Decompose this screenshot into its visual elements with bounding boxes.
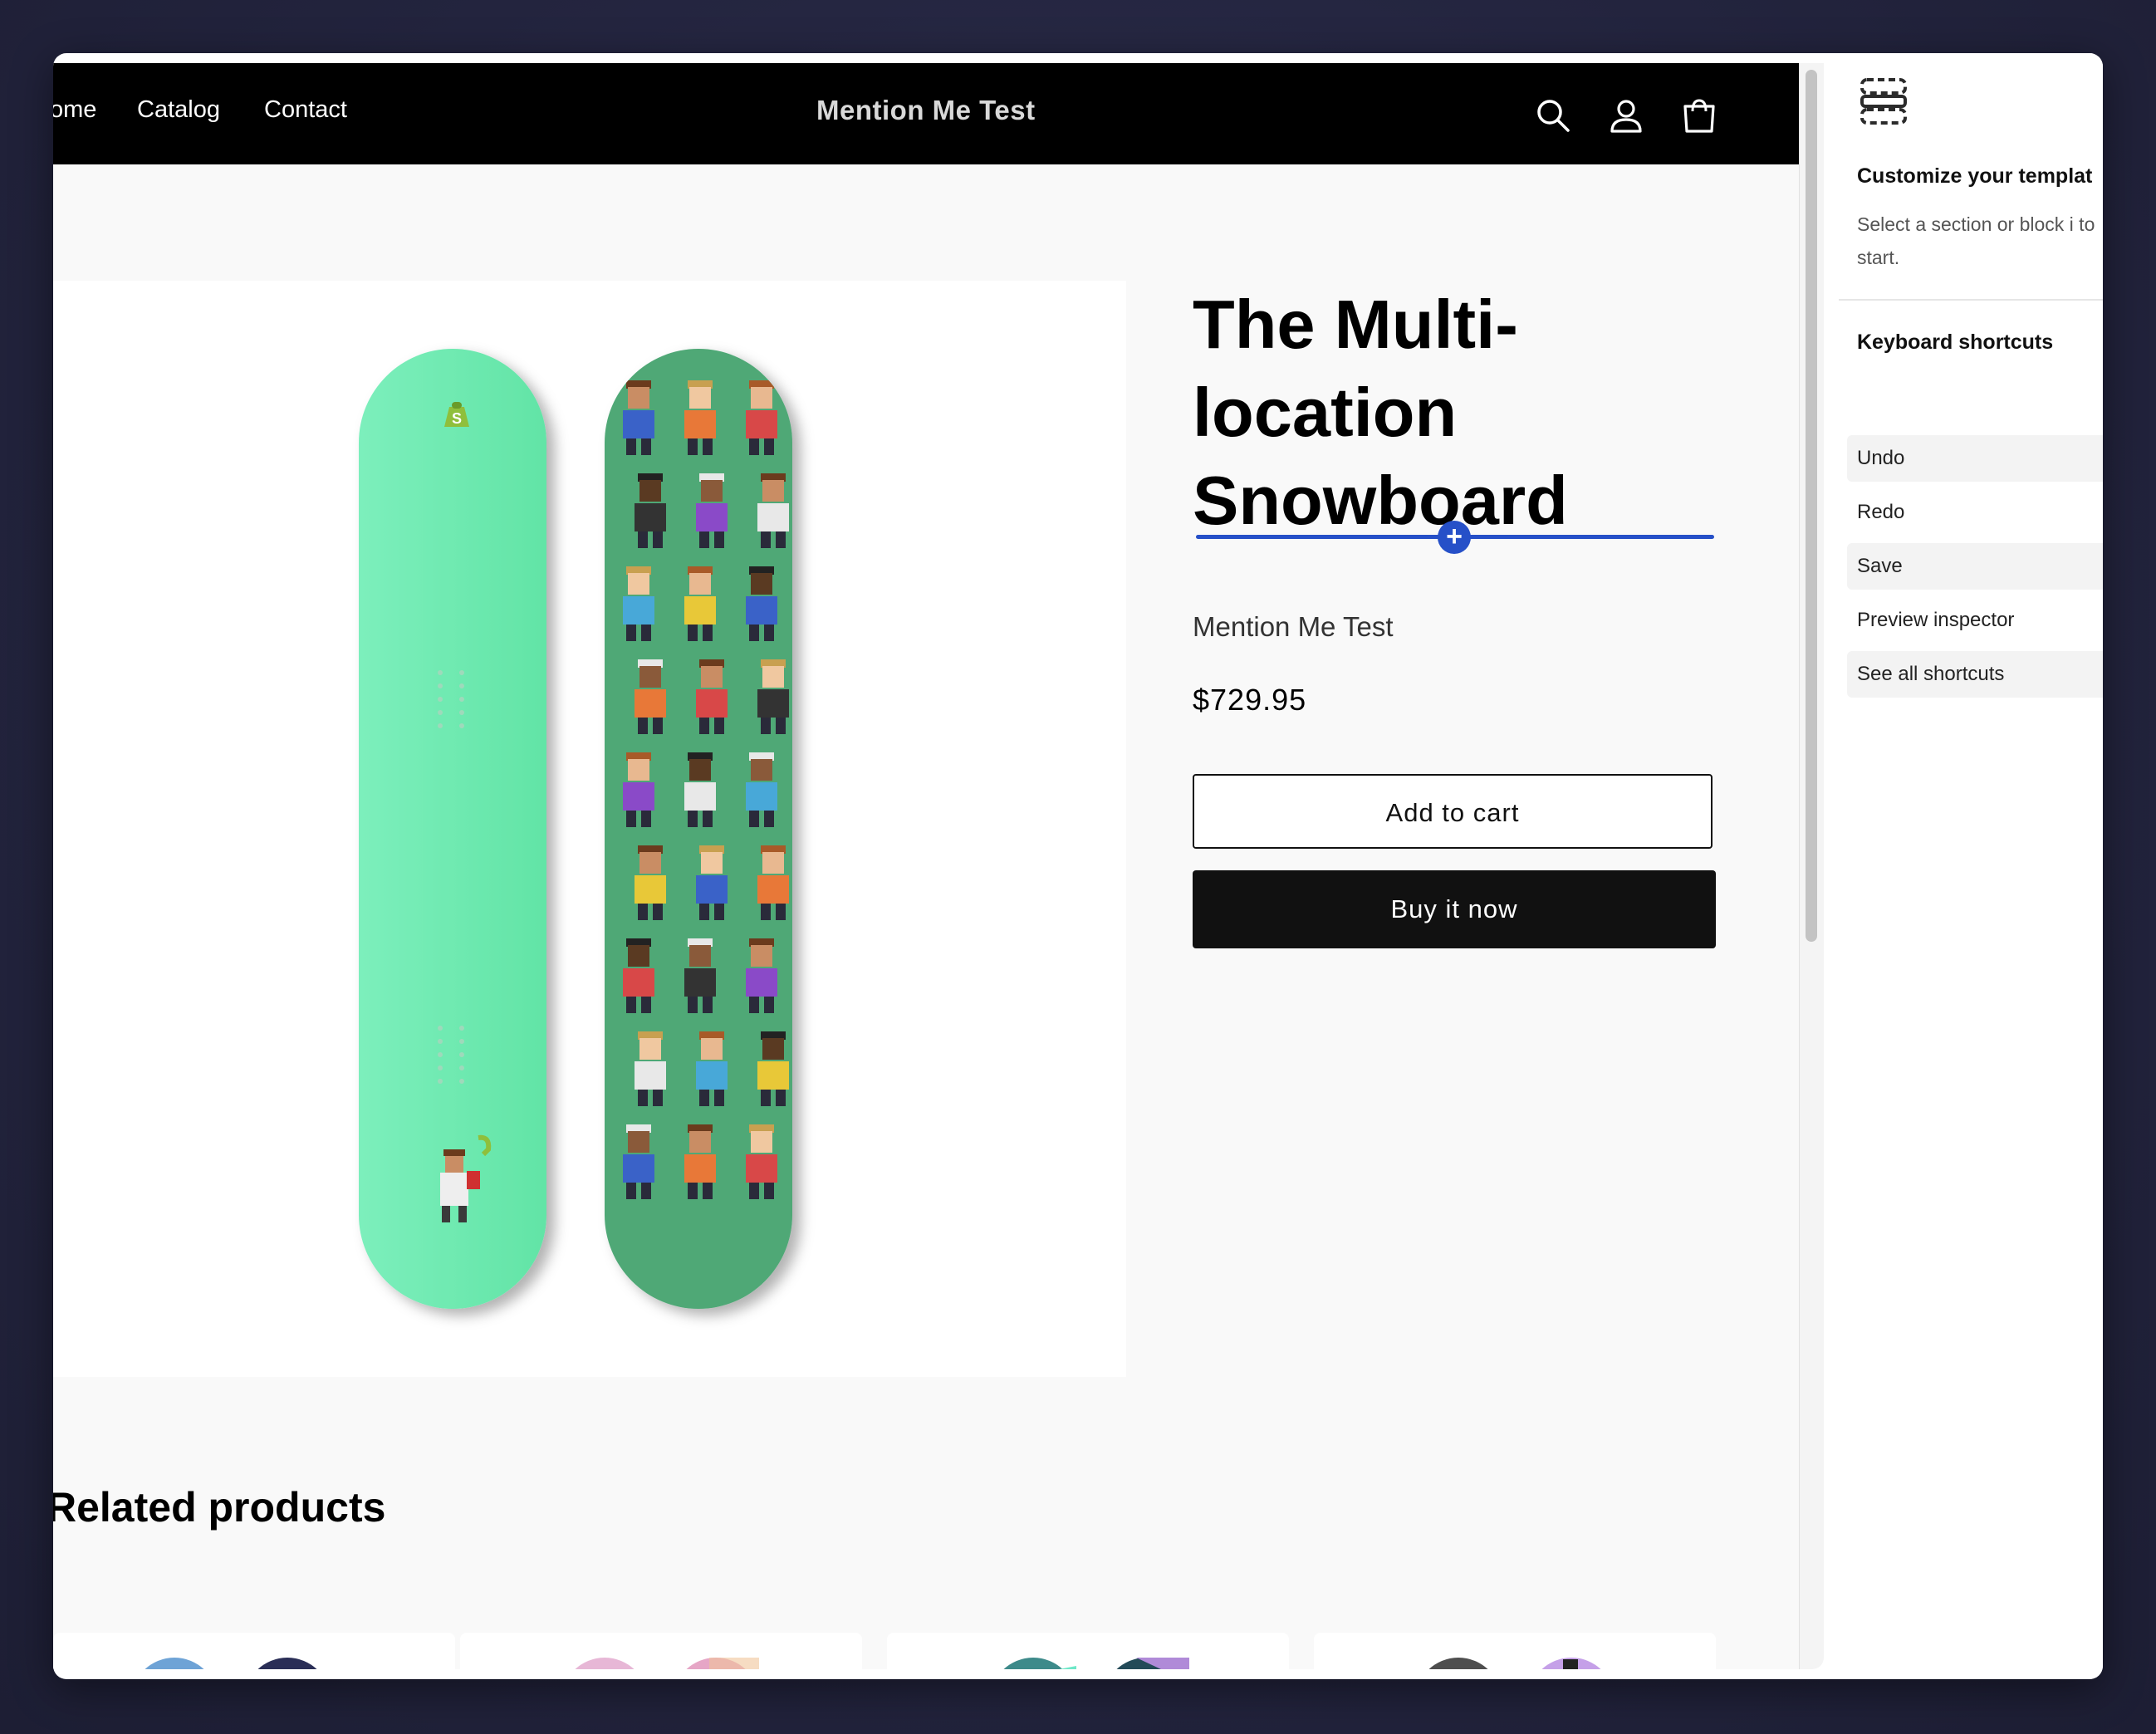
preview-scrollbar-thumb[interactable] (1806, 70, 1817, 942)
shortcut-redo[interactable]: Redo (1847, 489, 2103, 536)
product-title-line: location (1193, 374, 1458, 451)
cart-icon[interactable] (1682, 98, 1717, 133)
add-to-cart-button[interactable]: Add to cart (1193, 774, 1713, 849)
editor-window: ome Catalog Contact Mention Me Test S Th… (53, 53, 2103, 1679)
store-brand[interactable]: Mention Me Test (816, 95, 1036, 126)
related-product-card[interactable] (460, 1633, 862, 1669)
nav-link-contact[interactable]: Contact (264, 96, 347, 124)
product-media[interactable]: S (53, 281, 1126, 1377)
svg-text:S: S (452, 410, 462, 427)
product-vendor: Mention Me Test (1193, 611, 1394, 642)
shortcut-undo[interactable]: Undo (1847, 435, 2103, 482)
nav-link-home[interactable]: ome (53, 96, 96, 124)
product-title[interactable]: The Multi- location Snowboard (1193, 281, 1774, 545)
related-products-heading-text: elated products (76, 1484, 386, 1531)
snowboard-image: S (359, 349, 792, 1309)
related-product-card[interactable] (887, 1633, 1289, 1669)
buy-now-button[interactable]: Buy it now (1193, 870, 1716, 948)
storefront-preview: ome Catalog Contact Mention Me Test S Th… (53, 63, 1824, 1669)
shortcut-preview-inspector[interactable]: Preview inspector (1847, 597, 2103, 644)
add-block-plus-icon[interactable]: + (1438, 521, 1471, 554)
sidebar-description: Select a section or block i to start. (1857, 213, 2095, 268)
store-header: ome Catalog Contact Mention Me Test (53, 63, 1799, 164)
editor-sidebar: Customize your templat Select a section … (1839, 53, 2103, 1679)
product-title-line: The Multi- (1193, 286, 1518, 363)
related-product-card[interactable] (1314, 1633, 1716, 1669)
template-section-icon (1860, 78, 1907, 125)
account-icon[interactable] (1609, 98, 1644, 133)
keyboard-shortcuts-heading: Keyboard shortcuts (1857, 331, 2054, 354)
product-price: $729.95 (1193, 683, 1307, 717)
related-products-heading: Related products (53, 1484, 386, 1531)
nav-link-catalog[interactable]: Catalog (137, 96, 220, 124)
sidebar-divider (1839, 299, 2103, 301)
related-product-card[interactable] (53, 1633, 455, 1669)
shortcut-save[interactable]: Save (1847, 543, 2103, 590)
search-icon[interactable] (1536, 98, 1570, 133)
sidebar-title: Customize your templat (1857, 164, 2093, 188)
shortcut-see-all[interactable]: See all shortcuts (1847, 651, 2103, 698)
product-title-line: Snowboard (1193, 462, 1568, 539)
